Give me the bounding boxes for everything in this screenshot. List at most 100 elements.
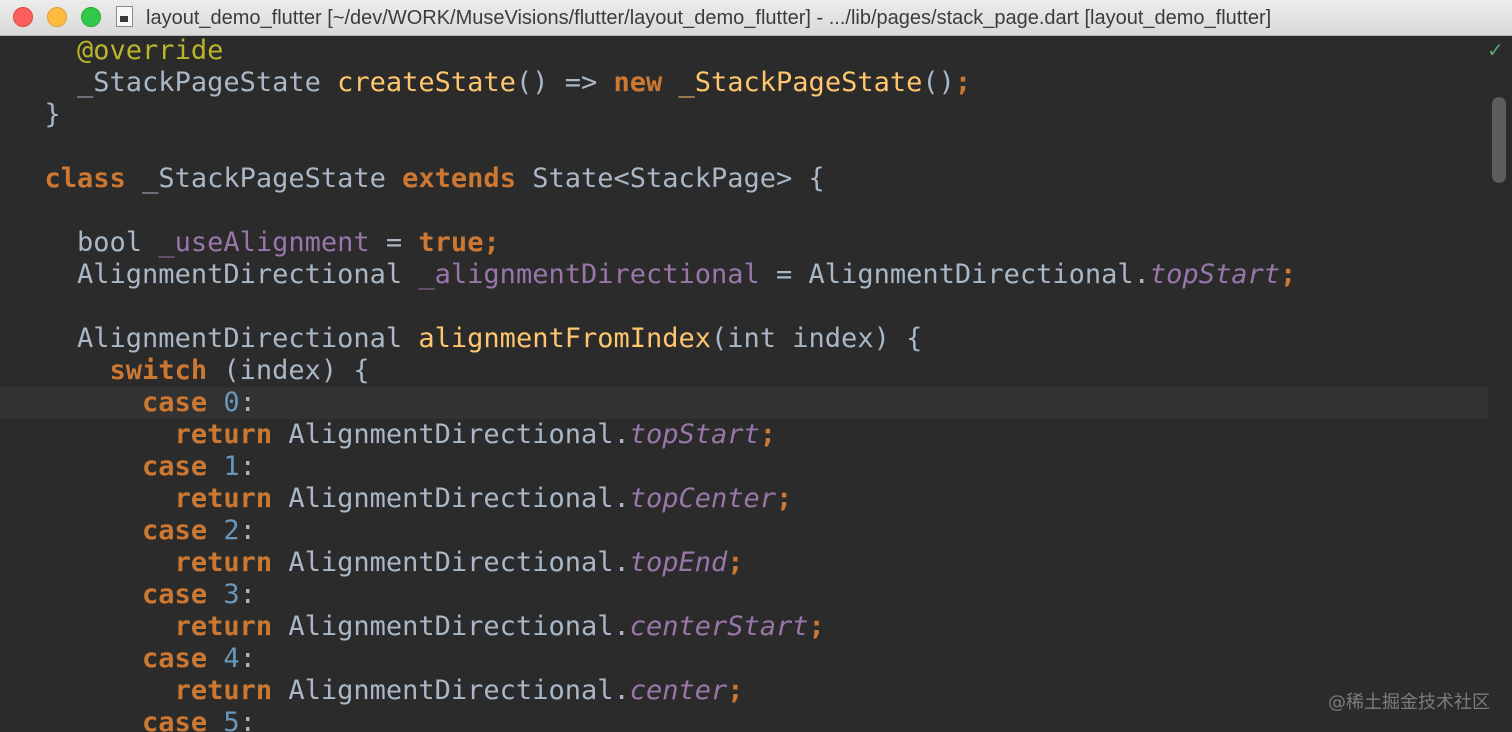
code-line[interactable]: class _StackPageState extends State<Stac… (0, 163, 1488, 195)
code-token: (index) { (223, 355, 370, 386)
code-line[interactable]: bool _useAlignment = true; (0, 227, 1488, 259)
code-line[interactable]: return AlignmentDirectional.topStart; (0, 419, 1488, 451)
code-token: case (142, 387, 224, 418)
code-token: case (142, 579, 224, 610)
code-token: centerStart (629, 611, 809, 642)
code-token: true (418, 227, 484, 258)
code-line[interactable]: } (0, 99, 1488, 131)
code-token: AlignmentDirectional. (288, 675, 630, 706)
code-token: : (239, 707, 256, 732)
code-token: case (142, 515, 224, 546)
code-editor[interactable]: @override _StackPageState createState() … (0, 36, 1512, 732)
check-mark-icon[interactable]: ✓ (1487, 38, 1504, 62)
code-token: alignmentFromIndex (418, 323, 712, 354)
code-token: return (174, 483, 289, 514)
code-token: AlignmentDirectional (77, 323, 419, 354)
code-line[interactable] (0, 131, 1488, 163)
code-token: : (239, 387, 256, 418)
code-token: topStart (629, 419, 760, 450)
code-token: return (174, 419, 289, 450)
code-token: return (174, 611, 289, 642)
code-token: State<StackPage> { (532, 163, 825, 194)
code-token: () (922, 67, 955, 98)
code-line[interactable]: case 2: (0, 515, 1488, 547)
code-token: _StackPageState (77, 67, 338, 98)
code-token: ; (759, 419, 777, 450)
code-line[interactable]: AlignmentDirectional alignmentFromIndex(… (0, 323, 1488, 355)
code-line[interactable]: return AlignmentDirectional.topCenter; (0, 483, 1488, 515)
code-line[interactable] (0, 195, 1488, 227)
code-token: 5 (223, 707, 240, 732)
code-token: AlignmentDirectional. (288, 483, 630, 514)
code-token: ; (727, 547, 744, 578)
code-token: : (239, 515, 256, 546)
code-line[interactable]: _StackPageState createState() => new _St… (0, 67, 1488, 99)
code-token: return (174, 547, 289, 578)
code-token: 3 (223, 579, 240, 610)
code-line[interactable]: return AlignmentDirectional.center; (0, 675, 1488, 707)
code-line[interactable]: case 5: (0, 707, 1488, 732)
code-token: } (44, 99, 61, 130)
code-token: case (142, 643, 224, 674)
window-title: layout_demo_flutter [~/dev/WORK/MuseVisi… (146, 7, 1272, 29)
code-line[interactable]: case 3: (0, 579, 1488, 611)
code-token: ; (727, 675, 744, 706)
code-token: AlignmentDirectional. (288, 547, 630, 578)
code-line[interactable]: return AlignmentDirectional.centerStart; (0, 611, 1488, 643)
dart-file-icon (116, 6, 133, 27)
code-token: _alignmentDirectional (418, 259, 760, 290)
code-line[interactable]: case 1: (0, 451, 1488, 483)
code-token: ; (954, 67, 972, 98)
code-token: = AlignmentDirectional. (759, 259, 1150, 290)
title-bar: layout_demo_flutter [~/dev/WORK/MuseVisi… (0, 0, 1512, 36)
code-token: AlignmentDirectional. (288, 611, 630, 642)
scrollbar-thumb[interactable] (1492, 97, 1506, 183)
code-line[interactable]: switch (index) { (0, 355, 1488, 387)
code-token: _StackPageState (678, 67, 923, 98)
code-token: : (239, 451, 256, 482)
current-code-line[interactable]: case 0: (0, 387, 1488, 419)
code-token: new (613, 67, 679, 98)
code-token: @override (77, 36, 224, 66)
code-token: topCenter (629, 483, 777, 514)
code-token: : (239, 643, 256, 674)
zoom-window-button[interactable] (81, 7, 101, 27)
code-line[interactable]: return AlignmentDirectional.topEnd; (0, 547, 1488, 579)
code-token: ; (808, 611, 825, 642)
code-token: switch (109, 355, 224, 386)
watermark: @稀土掘金技术社区 (1328, 692, 1490, 713)
close-window-button[interactable] (13, 7, 33, 27)
code-token: AlignmentDirectional (77, 259, 419, 290)
code-token: AlignmentDirectional. (288, 419, 630, 450)
code-line[interactable]: AlignmentDirectional _alignmentDirection… (0, 259, 1488, 291)
code-line[interactable]: @override (0, 36, 1488, 67)
code-token: = (369, 227, 419, 258)
minimize-window-button[interactable] (47, 7, 67, 27)
code-token: _StackPageState (142, 163, 403, 194)
code-token: class (44, 163, 143, 194)
code-token: () => (515, 67, 614, 98)
code-token: (int index) { (711, 323, 923, 354)
code-line[interactable]: case 4: (0, 643, 1488, 675)
code-token: ; (1279, 259, 1297, 290)
code-token: 0 (223, 387, 240, 418)
ide-window: layout_demo_flutter [~/dev/WORK/MuseVisi… (0, 0, 1512, 732)
code-line[interactable] (0, 291, 1488, 323)
code-token: case (142, 707, 224, 732)
code-token: extends (402, 163, 533, 194)
